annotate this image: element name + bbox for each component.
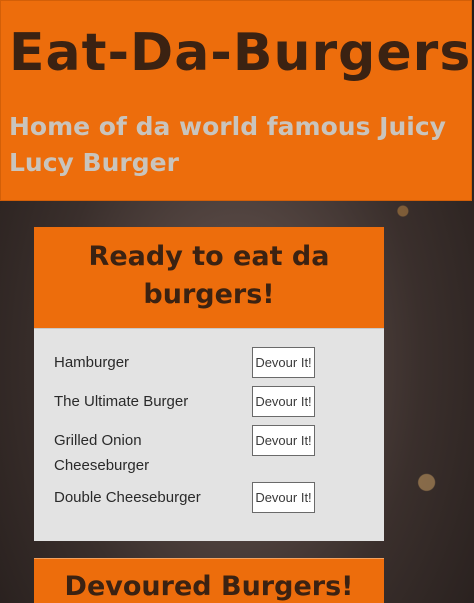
ready-heading-line-2: burgers! bbox=[143, 279, 275, 310]
burger-name: The Ultimate Burger bbox=[54, 393, 189, 410]
ready-burgers-panel: Ready to eat da burgers! Hamburger Devou… bbox=[34, 227, 384, 541]
ready-burgers-list: Hamburger Devour It! The Ultimate Burger… bbox=[34, 328, 384, 541]
devour-button[interactable]: Devour It! bbox=[252, 347, 315, 378]
site-header: Eat-Da-Burgers Home of da world famous J… bbox=[0, 0, 472, 201]
burger-name: Hamburger bbox=[54, 354, 130, 371]
burger-name: Grilled Onion Cheeseburger bbox=[54, 428, 234, 478]
ready-heading-line-1: Ready to eat da bbox=[88, 241, 330, 272]
devour-button[interactable]: Devour It! bbox=[252, 425, 315, 456]
burger-name-line-1: Grilled Onion bbox=[54, 432, 142, 449]
devour-button[interactable]: Devour It! bbox=[252, 386, 315, 417]
burger-name: Double Cheeseburger bbox=[54, 489, 201, 506]
site-title: Eat-Da-Burgers bbox=[9, 23, 472, 83]
devoured-burgers-heading: Devoured Burgers! bbox=[34, 558, 384, 603]
devoured-burgers-panel: Devoured Burgers! bbox=[34, 558, 384, 603]
ready-burgers-heading: Ready to eat da burgers! bbox=[34, 227, 384, 328]
devour-button[interactable]: Devour It! bbox=[252, 482, 315, 513]
site-tagline: Home of da world famous Juicy Lucy Burge… bbox=[9, 112, 446, 177]
burger-name-line-2: Cheeseburger bbox=[54, 457, 150, 474]
